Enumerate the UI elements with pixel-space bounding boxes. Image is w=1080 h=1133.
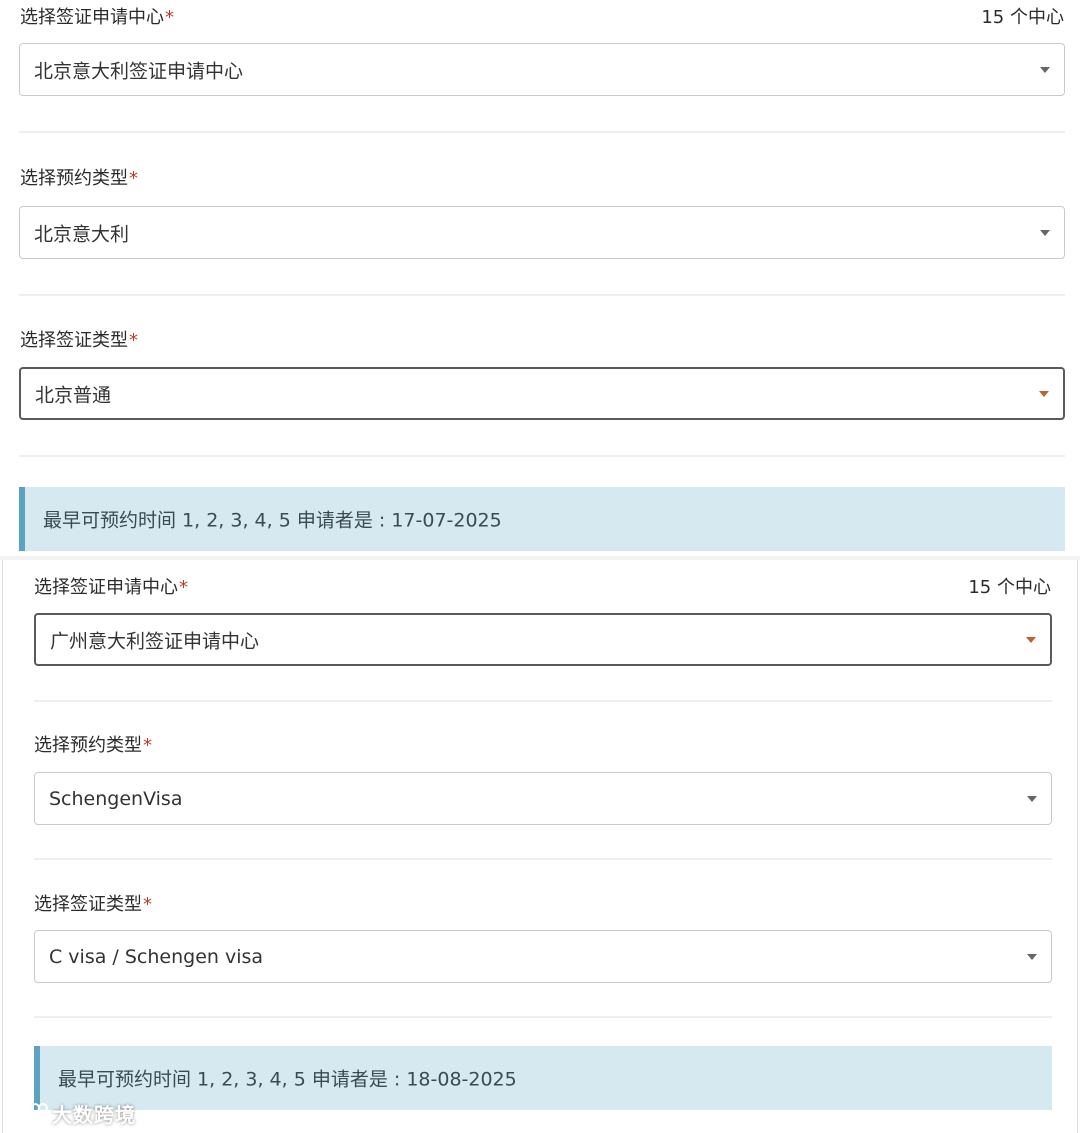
divider — [34, 1016, 1052, 1018]
chevron-down-icon — [1039, 390, 1049, 397]
earliest-date-text: 最早可预约时间 1, 2, 3, 4, 5 申请者是 : 18-08-2025 — [58, 1068, 517, 1091]
visa-type-label: 选择签证类型* — [34, 894, 152, 915]
earliest-date-text: 最早可预约时间 1, 2, 3, 4, 5 申请者是 : 17-07-2025 — [43, 509, 502, 532]
form-panel-beijing: 选择签证申请中心* 15 个中心 北京意大利签证申请中心 选择预约类型* 北京意… — [0, 0, 1080, 556]
divider — [34, 700, 1052, 702]
chevron-down-icon — [1040, 229, 1050, 236]
visa-type-select[interactable]: C visa / Schengen visa — [34, 930, 1052, 983]
visa-type-label: 选择签证类型* — [20, 330, 138, 351]
chevron-down-icon — [1027, 795, 1037, 802]
chevron-down-icon — [1040, 66, 1050, 73]
form-panel-guangzhou: 选择签证申请中心* 15 个中心 广州意大利签证申请中心 选择预约类型* Sch… — [2, 560, 1078, 1133]
appointment-type-label: 选择预约类型* — [20, 168, 138, 189]
visa-type-select-value: C visa / Schengen visa — [49, 945, 264, 968]
center-count: 15 个中心 — [981, 7, 1064, 28]
earliest-date-notice: 最早可预约时间 1, 2, 3, 4, 5 申请者是 : 17-07-2025 — [19, 487, 1065, 551]
divider — [34, 858, 1052, 860]
center-select-value: 北京意大利签证申请中心 — [34, 60, 244, 82]
required-asterisk: * — [143, 735, 152, 756]
weibo-logo-icon — [10, 1103, 48, 1123]
divider — [19, 294, 1065, 296]
appointment-type-select-value: SchengenVisa — [49, 787, 183, 810]
divider — [19, 131, 1065, 133]
center-count: 15 个中心 — [968, 577, 1051, 598]
appointment-type-select[interactable]: SchengenVisa — [34, 772, 1052, 825]
appointment-type-select[interactable]: 北京意大利 — [19, 206, 1065, 259]
earliest-date-notice: 最早可预约时间 1, 2, 3, 4, 5 申请者是 : 18-08-2025 — [34, 1046, 1052, 1110]
required-asterisk: * — [129, 168, 138, 189]
center-select[interactable]: 北京意大利签证申请中心 — [19, 43, 1065, 96]
visa-type-select-value: 北京普通 — [35, 384, 112, 406]
required-asterisk: * — [129, 330, 138, 351]
divider — [19, 455, 1065, 457]
chevron-down-icon — [1027, 953, 1037, 960]
required-asterisk: * — [165, 7, 174, 28]
chevron-down-icon — [1026, 636, 1036, 643]
center-select-value: 广州意大利签证申请中心 — [50, 630, 260, 652]
center-label: 选择签证申请中心* — [34, 577, 188, 598]
watermark: 大数跨境 — [8, 1098, 136, 1128]
appointment-type-label: 选择预约类型* — [34, 735, 152, 756]
appointment-type-select-value: 北京意大利 — [34, 223, 130, 245]
center-label: 选择签证申请中心* — [20, 7, 174, 28]
visa-type-select[interactable]: 北京普通 — [19, 367, 1065, 420]
watermark-text: 大数跨境 — [52, 1102, 136, 1127]
center-select[interactable]: 广州意大利签证申请中心 — [34, 613, 1052, 666]
required-asterisk: * — [179, 577, 188, 598]
required-asterisk: * — [143, 894, 152, 915]
